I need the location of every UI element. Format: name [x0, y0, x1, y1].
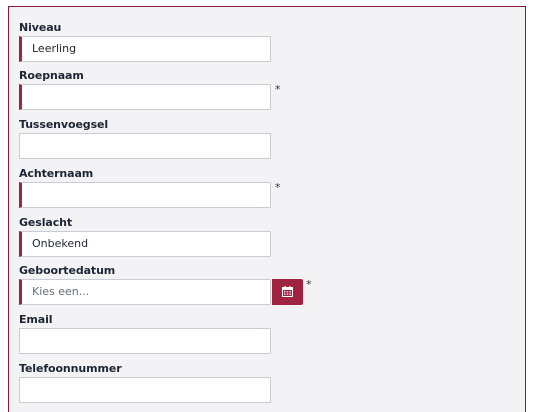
- roepnaam-input[interactable]: [19, 84, 271, 110]
- geboortedatum-required-marker: *: [306, 278, 312, 291]
- tussenvoegsel-input[interactable]: [19, 133, 271, 159]
- roepnaam-required-marker: *: [275, 83, 281, 96]
- roepnaam-label: Roepnaam: [19, 69, 84, 82]
- geslacht-select[interactable]: Onbekend: [19, 231, 271, 257]
- email-label: Email: [19, 313, 53, 326]
- person-form-panel: Niveau Leerling Roepnaam * Tussenvoegsel…: [8, 6, 526, 412]
- calendar-icon: [282, 286, 293, 297]
- calendar-button[interactable]: [272, 279, 303, 305]
- achternaam-label: Achternaam: [19, 167, 94, 180]
- tussenvoegsel-label: Tussenvoegsel: [19, 118, 109, 131]
- achternaam-required-marker: *: [275, 181, 281, 194]
- geboortedatum-label: Geboortedatum: [19, 264, 116, 277]
- telefoonnummer-input[interactable]: [19, 377, 271, 403]
- achternaam-input[interactable]: [19, 182, 271, 208]
- email-input[interactable]: [19, 328, 271, 354]
- telefoonnummer-label: Telefoonnummer: [19, 362, 122, 375]
- niveau-select[interactable]: Leerling: [19, 36, 271, 62]
- niveau-label: Niveau: [19, 21, 62, 34]
- geboortedatum-input[interactable]: Kies een...: [19, 279, 271, 305]
- geslacht-label: Geslacht: [19, 216, 73, 229]
